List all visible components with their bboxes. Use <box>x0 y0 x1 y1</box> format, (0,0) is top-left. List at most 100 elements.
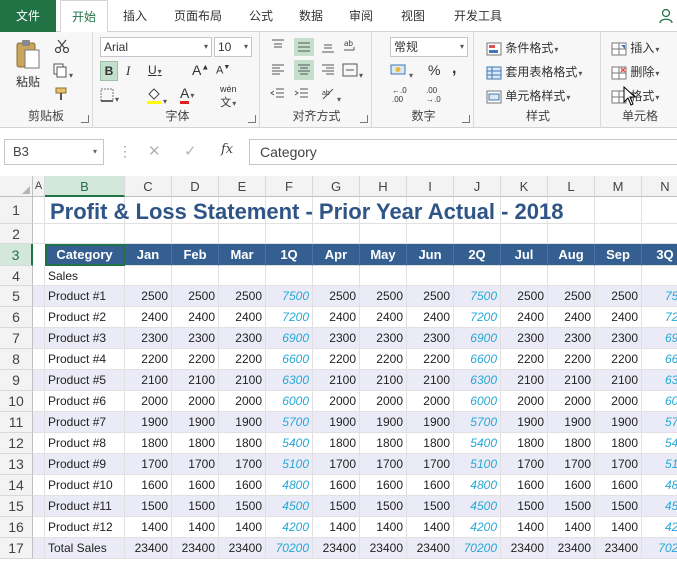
quarter-total-cell[interactable]: 4500 <box>454 496 501 517</box>
value-cell[interactable]: 2500 <box>219 286 266 307</box>
row-header-13[interactable]: 13 <box>0 454 33 475</box>
table-header-cell[interactable]: 3Q <box>642 244 677 266</box>
row-header-2[interactable]: 2 <box>0 224 33 244</box>
row-header-16[interactable]: 16 <box>0 517 33 538</box>
value-cell[interactable]: 2100 <box>219 370 266 391</box>
column-header-m[interactable]: M <box>595 176 642 197</box>
quarter-total-cell[interactable]: 6900 <box>266 328 313 349</box>
shrink-font-button[interactable]: A▼ <box>216 64 230 77</box>
value-cell[interactable]: 1800 <box>595 433 642 454</box>
value-cell[interactable]: 1400 <box>360 517 407 538</box>
confirm-entry-icon[interactable]: ✓ <box>184 142 197 160</box>
empty-cell[interactable] <box>33 454 45 475</box>
value-cell[interactable]: 1900 <box>313 412 360 433</box>
font-color-button[interactable]: A▾ <box>180 85 194 104</box>
value-cell[interactable]: 2500 <box>548 286 595 307</box>
value-cell[interactable]: 1700 <box>360 454 407 475</box>
align-left-icon[interactable] <box>270 62 286 78</box>
value-cell[interactable]: 2100 <box>360 370 407 391</box>
select-all-button[interactable] <box>0 176 33 197</box>
value-cell[interactable]: 1800 <box>219 433 266 454</box>
quarter-total-cell[interactable]: 6600 <box>266 349 313 370</box>
value-cell[interactable]: 1400 <box>313 517 360 538</box>
value-cell[interactable]: 1600 <box>219 475 266 496</box>
empty-cell[interactable] <box>125 224 172 244</box>
table-header-cell[interactable]: 1Q <box>266 244 313 266</box>
value-cell[interactable]: 2000 <box>313 391 360 412</box>
sheet-title[interactable]: Profit & Loss Statement - Prior Year Act… <box>50 199 564 226</box>
tab-file[interactable]: 文件 <box>0 0 56 32</box>
insert-function-icon[interactable]: fx <box>221 142 233 157</box>
value-cell[interactable]: 1900 <box>407 412 454 433</box>
value-cell[interactable]: 1900 <box>501 412 548 433</box>
empty-cell[interactable] <box>313 266 360 286</box>
empty-cell[interactable] <box>219 266 266 286</box>
value-cell[interactable]: 2100 <box>407 370 454 391</box>
empty-cell[interactable] <box>360 224 407 244</box>
tab-page-layout[interactable]: 页面布局 <box>164 0 232 32</box>
value-cell[interactable]: 23400 <box>172 538 219 559</box>
value-cell[interactable]: 2300 <box>219 328 266 349</box>
empty-cell[interactable] <box>548 224 595 244</box>
column-header-b[interactable]: B <box>45 176 125 197</box>
quarter-total-cell[interactable]: 600 <box>642 391 677 412</box>
formula-input[interactable]: Category <box>249 139 677 165</box>
quarter-total-cell[interactable]: 630 <box>642 370 677 391</box>
value-cell[interactable]: 23400 <box>501 538 548 559</box>
empty-cell[interactable] <box>219 224 266 244</box>
value-cell[interactable]: 1500 <box>219 496 266 517</box>
value-cell[interactable]: 2500 <box>172 286 219 307</box>
row-header-4[interactable]: 4 <box>0 266 33 286</box>
quarter-total-cell[interactable]: 6300 <box>454 370 501 391</box>
value-cell[interactable]: 2100 <box>501 370 548 391</box>
value-cell[interactable]: 2100 <box>313 370 360 391</box>
row-label[interactable]: Product #2 <box>45 307 125 328</box>
empty-cell[interactable] <box>33 538 45 559</box>
empty-cell[interactable] <box>642 197 677 224</box>
value-cell[interactable]: 2400 <box>407 307 454 328</box>
insert-cells-button[interactable]: 插入▾ <box>611 39 659 56</box>
value-cell[interactable]: 23400 <box>313 538 360 559</box>
name-box[interactable]: B3 ▾ <box>4 139 104 165</box>
value-cell[interactable]: 2300 <box>501 328 548 349</box>
value-cell[interactable]: 1600 <box>595 475 642 496</box>
row-label[interactable]: Product #12 <box>45 517 125 538</box>
value-cell[interactable]: 23400 <box>219 538 266 559</box>
value-cell[interactable]: 1700 <box>595 454 642 475</box>
quarter-total-cell[interactable]: 5400 <box>266 433 313 454</box>
quarter-total-cell[interactable]: 70200 <box>266 538 313 559</box>
value-cell[interactable]: 2300 <box>172 328 219 349</box>
value-cell[interactable]: 2400 <box>360 307 407 328</box>
quarter-total-cell[interactable]: 570 <box>642 412 677 433</box>
value-cell[interactable]: 1700 <box>313 454 360 475</box>
row-label[interactable]: Product #3 <box>45 328 125 349</box>
column-header-f[interactable]: F <box>266 176 313 197</box>
empty-cell[interactable] <box>360 266 407 286</box>
value-cell[interactable]: 1500 <box>595 496 642 517</box>
table-header-cell[interactable]: 2Q <box>454 244 501 266</box>
value-cell[interactable]: 1600 <box>360 475 407 496</box>
increase-indent-icon[interactable] <box>294 86 310 102</box>
percent-button[interactable]: % <box>428 62 440 78</box>
value-cell[interactable]: 1500 <box>407 496 454 517</box>
value-cell[interactable]: 1500 <box>313 496 360 517</box>
empty-cell[interactable] <box>266 224 313 244</box>
value-cell[interactable]: 2000 <box>219 391 266 412</box>
value-cell[interactable]: 1600 <box>501 475 548 496</box>
value-cell[interactable]: 23400 <box>407 538 454 559</box>
empty-cell[interactable] <box>501 224 548 244</box>
empty-cell[interactable] <box>45 224 125 244</box>
value-cell[interactable]: 2300 <box>125 328 172 349</box>
column-header-c[interactable]: C <box>125 176 172 197</box>
tab-review[interactable]: 审阅 <box>340 0 382 32</box>
empty-cell[interactable] <box>33 496 45 517</box>
value-cell[interactable]: 1600 <box>172 475 219 496</box>
column-header-a[interactable]: A <box>33 176 45 197</box>
empty-cell[interactable] <box>595 224 642 244</box>
quarter-total-cell[interactable]: 510 <box>642 454 677 475</box>
table-header-cell[interactable]: Category <box>45 244 125 266</box>
value-cell[interactable]: 2200 <box>360 349 407 370</box>
value-cell[interactable]: 2400 <box>172 307 219 328</box>
accounting-format-button[interactable]: ▾ <box>390 62 413 81</box>
row-header-8[interactable]: 8 <box>0 349 33 370</box>
